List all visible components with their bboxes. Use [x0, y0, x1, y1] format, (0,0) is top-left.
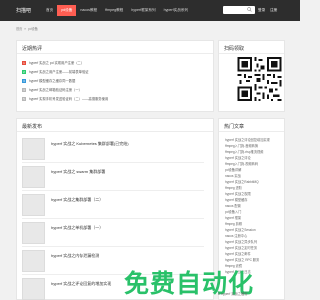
- hot-article-link[interactable]: pd设备入门: [225, 209, 241, 214]
- post-item[interactable]: hyperf 实战之单机部署（一）: [22, 219, 204, 247]
- recent-title: 近期热评: [22, 46, 43, 52]
- search-icon[interactable]: [247, 7, 252, 12]
- divider: [17, 131, 213, 132]
- nav-item-home[interactable]: 首页: [42, 5, 57, 16]
- login-link[interactable]: 登录: [258, 8, 265, 13]
- post-thumbnail[interactable]: [22, 166, 45, 188]
- hot-article-link[interactable]: hyperf 实战之权限: [225, 191, 251, 196]
- hot-article-link[interactable]: ffmpeg入门篇-rtsp推流视频: [225, 149, 263, 154]
- qr-code-image: [237, 57, 282, 101]
- main-nav: 首页 pd设备 nacos教程 ffmpeg教程 hyperf框架系列 hype…: [42, 5, 192, 16]
- recent-item[interactable]: 2 hyperf 实战之用户注册——前端表单验证: [22, 69, 89, 74]
- ad-subtext[interactable]: E hyperf 实战之缓存: [218, 291, 248, 296]
- register-link[interactable]: 注册: [270, 8, 277, 13]
- post-title[interactable]: hyperf 实战之单机部署（一）: [51, 225, 103, 231]
- post-thumbnail[interactable]: [22, 222, 45, 244]
- post-title[interactable]: hyperf 实战之 Kubernetes 集群部署(已完结): [51, 141, 129, 147]
- rank-badge: 4: [22, 87, 26, 92]
- hot-article-link[interactable]: hyperf 实战之RabbitMQ: [225, 179, 259, 184]
- rank-badge: 5: [22, 96, 26, 101]
- nav-item-ffmpeg[interactable]: ffmpeg教程: [101, 5, 127, 16]
- hot-article-link[interactable]: pd设备详解: [225, 167, 241, 172]
- hot-article-link[interactable]: hyperf 模型缓存: [225, 197, 248, 202]
- post-item[interactable]: hyperf 实战之 swarm 集群部署: [22, 163, 204, 191]
- rank-badge: 2: [22, 69, 26, 74]
- recent-item[interactable]: 3 hyperf 模型缓存之缓存同一数据: [22, 78, 75, 83]
- site-logo[interactable]: 扫描吧: [16, 7, 31, 14]
- post-title[interactable]: hyperf 实战之集群部署（二）: [51, 197, 103, 203]
- post-thumbnail[interactable]: [22, 138, 45, 160]
- post-thumbnail[interactable]: [22, 194, 45, 216]
- hot-article-link[interactable]: hyperf 实战之评论回复增加实现: [225, 137, 270, 142]
- nav-item-hyperf-practice[interactable]: hyperf实战系列: [160, 5, 192, 16]
- recent-item[interactable]: 4 hyperf 实战之邮箱验证码注册（一）: [22, 87, 82, 92]
- hot-article-link[interactable]: hyperf 实战之 RPC 服务: [225, 257, 259, 262]
- post-title[interactable]: hyperf 实战之内存泄漏检测: [51, 253, 99, 259]
- hot-article-link[interactable]: hyperf 实战之定时任务: [225, 245, 257, 250]
- hot-article-link[interactable]: ffmpeg 剪辑: [225, 221, 242, 226]
- latest-title: 最新发布: [22, 124, 43, 130]
- breadcrumb-current[interactable]: pd设备: [28, 27, 38, 31]
- rank-badge: 3: [22, 78, 26, 83]
- nav-item-pd[interactable]: pd设备: [57, 5, 77, 16]
- divider: [219, 53, 284, 54]
- hot-article-link[interactable]: nacos 注册中心: [225, 233, 247, 238]
- hot-article-link[interactable]: ffmpeg入门篇-视频转码: [225, 161, 258, 166]
- qr-title: 扫码领取: [224, 46, 245, 52]
- post-item[interactable]: hyperf 实战之集群部署（二）: [22, 191, 204, 219]
- post-title[interactable]: hyperf 实战之 swarm 集群部署: [51, 169, 105, 175]
- top-navbar: 扫描吧 首页 pd设备 nacos教程 ffmpeg教程 hyperf框架系列 …: [0, 0, 300, 21]
- rank-badge: 1: [22, 60, 26, 65]
- hot-article-link[interactable]: hyperf 框架: [225, 215, 241, 220]
- nav-item-nacos[interactable]: nacos教程: [76, 5, 101, 16]
- breadcrumb: 首页 » pd设备: [16, 26, 38, 31]
- hot-article-link[interactable]: ffmpeg入门篇-音频转换: [225, 143, 258, 148]
- hot-article-link[interactable]: hyperf 实战之评论: [225, 155, 251, 160]
- ad-banner[interactable]: 免费自动化 E hyperf 实战之缓存: [0, 263, 300, 300]
- breadcrumb-home[interactable]: 首页: [16, 27, 22, 31]
- recent-item-title: hyperf 实战之用户注册——前端表单验证: [29, 70, 89, 74]
- recent-item[interactable]: 1 hyperf 实战之 pd 实现用户注册（二）: [22, 60, 84, 65]
- hot-article-link[interactable]: nacos 配置: [225, 203, 241, 208]
- recent-item[interactable]: 5 hyperf 实现手机号发送验证码（二）——高德服务使用: [22, 96, 108, 101]
- hot-article-link[interactable]: hyperf 实战之Session: [225, 227, 256, 232]
- recent-item-title: hyperf 实现手机号发送验证码（二）——高德服务使用: [29, 97, 109, 101]
- divider: [219, 131, 284, 132]
- breadcrumb-separator: »: [24, 27, 27, 31]
- hot-article-link[interactable]: ffmpeg 进阶: [225, 185, 242, 190]
- qr-panel: 扫码领取: [218, 40, 285, 112]
- divider: [17, 53, 213, 54]
- nav-item-hyperf-framework[interactable]: hyperf框架系列: [127, 5, 159, 16]
- recent-item-title: hyperf 实战之邮箱验证码注册（一）: [29, 88, 82, 92]
- hot-article-link[interactable]: hyperf 实战之邮件: [225, 251, 251, 256]
- recent-item-title: hyperf 实战之 pd 实现用户注册（二）: [29, 61, 85, 65]
- hot-title: 热门文章: [224, 124, 245, 130]
- recent-panel: 近期热评 1 hyperf 实战之 pd 实现用户注册（二） 2 hyperf …: [16, 40, 214, 112]
- hot-article-link[interactable]: hyperf 实战之异步队列: [225, 239, 257, 244]
- post-item[interactable]: hyperf 实战之 Kubernetes 集群部署(已完结): [22, 135, 204, 163]
- hot-article-link[interactable]: nacos 实战: [225, 173, 241, 178]
- recent-item-title: hyperf 模型缓存之缓存同一数据: [29, 79, 76, 83]
